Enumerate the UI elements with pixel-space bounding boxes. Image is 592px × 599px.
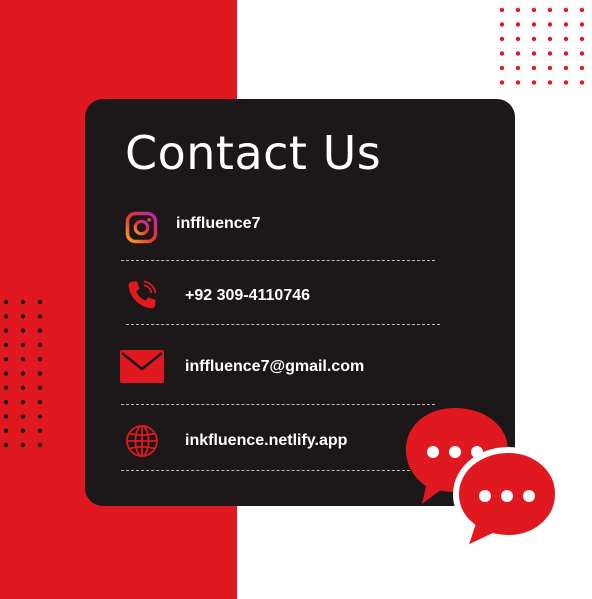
decorative-dot — [37, 385, 43, 390]
decorative-dot — [547, 22, 553, 27]
decorative-dot — [20, 428, 26, 433]
decorative-dot — [20, 314, 26, 319]
decorative-dot — [547, 36, 553, 42]
decorative-dot — [3, 371, 9, 376]
decorative-dot — [563, 36, 569, 42]
decorative-dot — [37, 428, 43, 433]
decorative-dot — [37, 414, 43, 419]
decorative-dot — [37, 299, 43, 305]
decorative-dot — [563, 51, 569, 56]
website-url[interactable]: inkfluence.netlify.app — [185, 432, 347, 450]
decorative-dot — [547, 7, 553, 13]
decorative-dot — [3, 328, 9, 333]
decorative-dot — [20, 299, 26, 305]
decorative-dot — [515, 51, 521, 56]
decorative-dot — [499, 51, 505, 56]
decorative-dot — [499, 22, 505, 27]
decorative-dot — [20, 357, 26, 362]
decorative-dot — [547, 51, 553, 56]
decorative-dot — [3, 399, 9, 405]
decorative-dot — [37, 314, 43, 319]
decorative-dot — [20, 414, 26, 419]
decorative-dot — [499, 36, 505, 42]
decorative-dot — [515, 7, 521, 13]
decorative-dot — [563, 65, 569, 71]
page-title: Contact Us — [125, 126, 382, 180]
decorative-dot — [20, 328, 26, 333]
divider — [126, 324, 440, 325]
decorative-dot — [3, 342, 9, 348]
decorative-dot — [37, 357, 43, 362]
top-right-dot-pattern — [499, 7, 585, 85]
decorative-dot — [20, 442, 26, 448]
decorative-dot — [579, 36, 585, 42]
decorative-dot — [20, 342, 26, 348]
decorative-dot — [3, 314, 9, 319]
decorative-dot — [515, 36, 521, 42]
decorative-dot — [37, 342, 43, 348]
chat-bubbles-icon — [406, 408, 560, 554]
decorative-dot — [531, 51, 537, 56]
decorative-dot — [515, 22, 521, 27]
decorative-dot — [37, 442, 43, 448]
globe-icon — [126, 425, 158, 457]
divider — [121, 404, 435, 405]
decorative-dot — [20, 371, 26, 376]
email-address[interactable]: inffluence7@gmail.com — [185, 358, 364, 376]
decorative-dot — [20, 385, 26, 390]
decorative-dot — [3, 428, 9, 433]
decorative-dot — [20, 399, 26, 405]
decorative-dot — [547, 80, 553, 85]
decorative-dot — [563, 7, 569, 13]
instagram-icon — [125, 211, 158, 244]
instagram-handle[interactable]: inffluence7 — [176, 215, 260, 233]
left-dot-pattern — [3, 299, 43, 448]
decorative-dot — [531, 22, 537, 27]
decorative-dot — [3, 442, 9, 448]
decorative-dot — [563, 22, 569, 27]
decorative-dot — [579, 22, 585, 27]
decorative-dot — [3, 385, 9, 390]
decorative-dot — [579, 51, 585, 56]
decorative-dot — [37, 371, 43, 376]
decorative-dot — [579, 80, 585, 85]
decorative-dot — [499, 80, 505, 85]
decorative-dot — [37, 328, 43, 333]
decorative-dot — [531, 80, 537, 85]
decorative-dot — [531, 65, 537, 71]
decorative-dot — [531, 36, 537, 42]
decorative-dot — [579, 7, 585, 13]
decorative-dot — [531, 7, 537, 13]
decorative-dot — [3, 414, 9, 419]
decorative-dot — [563, 80, 569, 85]
phone-icon — [128, 280, 157, 309]
divider — [121, 260, 435, 261]
decorative-dot — [499, 7, 505, 13]
decorative-dot — [515, 80, 521, 85]
divider — [121, 470, 435, 471]
decorative-dot — [37, 399, 43, 405]
decorative-dot — [579, 65, 585, 71]
decorative-dot — [547, 65, 553, 71]
decorative-dot — [3, 357, 9, 362]
decorative-dot — [3, 299, 9, 305]
mail-icon — [120, 350, 164, 383]
decorative-dot — [499, 65, 505, 71]
decorative-dot — [515, 65, 521, 71]
phone-number[interactable]: +92 309-4110746 — [185, 287, 310, 305]
